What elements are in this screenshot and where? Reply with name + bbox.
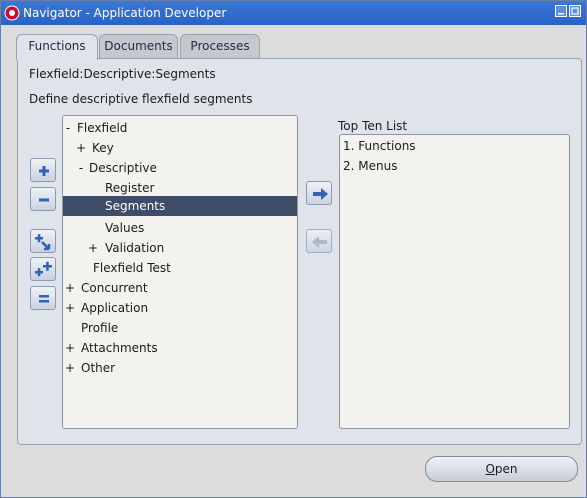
top-ten-list[interactable]: 1. Functions 2. Menus bbox=[339, 134, 570, 429]
tree-node-register[interactable]: Register bbox=[63, 178, 297, 198]
tree-node-toggle[interactable]: + bbox=[65, 358, 75, 378]
top-ten-item-menus[interactable]: 2. Menus bbox=[343, 159, 397, 173]
add-to-top-ten-button[interactable] bbox=[306, 181, 332, 205]
expand-all-button[interactable] bbox=[30, 257, 56, 281]
tree-node-label: Register bbox=[105, 181, 155, 195]
expand-branch-button[interactable] bbox=[30, 229, 56, 253]
top-ten-item-functions[interactable]: 1. Functions bbox=[343, 139, 416, 153]
tree-node-attachments[interactable]: + Attachments bbox=[63, 338, 297, 358]
expand-all-icon bbox=[35, 261, 52, 277]
collapse-all-icon bbox=[39, 295, 49, 303]
top-ten-title: Top Ten List bbox=[338, 119, 408, 133]
expand-plus-icon bbox=[39, 166, 49, 176]
oracle-app-icon bbox=[4, 5, 20, 21]
tree-node-values[interactable]: Values bbox=[63, 218, 297, 238]
title-bar[interactable]: Navigator - Application Developer bbox=[1, 1, 586, 25]
tree-node-validation[interactable]: + Validation bbox=[63, 238, 297, 258]
open-button[interactable]: Open bbox=[425, 456, 578, 482]
tree-node-label: Attachments bbox=[81, 341, 158, 355]
tree-node-label: Flexfield Test bbox=[93, 261, 171, 275]
tree-node-label: Flexfield bbox=[77, 121, 128, 135]
tree-node-toggle[interactable]: + bbox=[88, 238, 98, 258]
collapse-button[interactable] bbox=[30, 187, 56, 211]
expand-button[interactable] bbox=[30, 158, 56, 182]
tree-node-label: Validation bbox=[105, 241, 165, 255]
arrow-left-icon bbox=[312, 236, 327, 248]
tab-documents-label: Documents bbox=[104, 39, 173, 53]
tree-node-flexfield-test[interactable]: Flexfield Test bbox=[63, 258, 297, 278]
arrow-right-icon bbox=[313, 188, 328, 200]
tree-node-label: Values bbox=[105, 221, 145, 235]
tree-node-label: Other bbox=[81, 361, 116, 375]
function-path: Flexfield:Descriptive:Segments bbox=[29, 67, 216, 81]
tree-node-key[interactable]: + Key bbox=[63, 138, 297, 158]
tree-node-label: Descriptive bbox=[89, 161, 157, 175]
tree-node-label: Profile bbox=[81, 321, 119, 335]
tree-node-label: Segments bbox=[105, 199, 166, 213]
tree-node-toggle[interactable]: - bbox=[63, 118, 73, 138]
tree-node-other[interactable]: + Other bbox=[63, 358, 297, 378]
collapse-all-button[interactable] bbox=[30, 286, 56, 310]
tree-node-toggle[interactable]: + bbox=[65, 298, 75, 318]
open-button-mnemonic: O bbox=[485, 462, 495, 476]
navigator-window: Navigator - Application Developer Functi… bbox=[0, 0, 587, 498]
tree-node-toggle[interactable]: - bbox=[76, 158, 86, 178]
open-button-label: pen bbox=[494, 462, 518, 476]
tree-node-application[interactable]: + Application bbox=[63, 298, 297, 318]
remove-from-top-ten-button[interactable] bbox=[306, 229, 332, 253]
tree-node-descriptive[interactable]: - Descriptive bbox=[63, 158, 297, 178]
function-tree[interactable]: - Flexfield + Key - Descriptive Register… bbox=[62, 115, 298, 429]
tree-node-flexfield[interactable]: - Flexfield bbox=[63, 118, 297, 138]
tree-node-toggle[interactable]: + bbox=[65, 338, 75, 358]
collapse-minus-icon bbox=[39, 198, 49, 202]
tree-node-profile[interactable]: Profile bbox=[63, 318, 297, 338]
minimize-icon[interactable] bbox=[555, 5, 567, 17]
tab-processes[interactable]: Processes bbox=[180, 34, 260, 58]
maximize-icon[interactable] bbox=[569, 5, 581, 17]
tab-documents[interactable]: Documents bbox=[99, 34, 178, 58]
window-title: Navigator - Application Developer bbox=[23, 6, 227, 20]
tree-node-label: Application bbox=[81, 301, 149, 315]
tree-node-toggle[interactable]: + bbox=[65, 278, 75, 298]
tab-functions-label: Functions bbox=[28, 39, 86, 53]
tree-node-segments[interactable]: Segments bbox=[63, 196, 297, 216]
function-description: Define descriptive flexfield segments bbox=[29, 92, 253, 106]
tab-processes-label: Processes bbox=[190, 39, 250, 53]
tree-node-label: Key bbox=[92, 141, 114, 155]
tree-node-concurrent[interactable]: + Concurrent bbox=[63, 278, 297, 298]
tab-functions[interactable]: Functions bbox=[16, 34, 98, 60]
tree-node-toggle[interactable]: + bbox=[76, 138, 86, 158]
expand-branch-icon bbox=[35, 234, 51, 251]
tree-node-label: Concurrent bbox=[81, 281, 148, 295]
